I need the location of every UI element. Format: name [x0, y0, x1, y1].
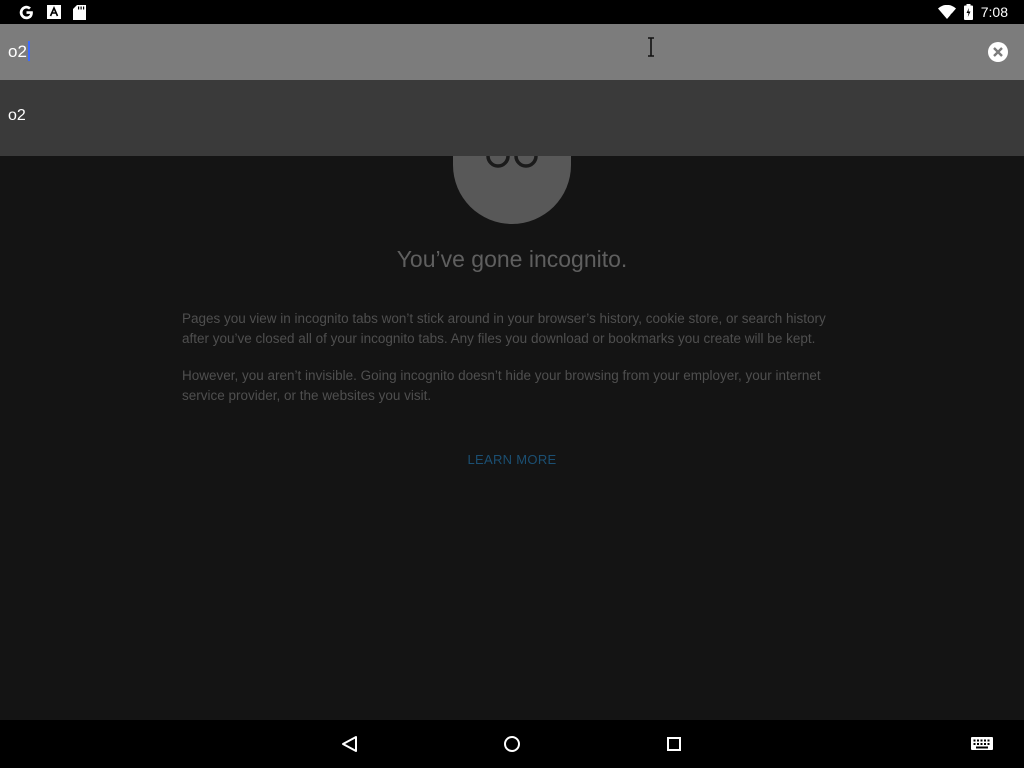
url-input[interactable]: o2 — [8, 40, 608, 64]
incognito-paragraph-1: Pages you view in incognito tabs won’t s… — [182, 311, 826, 346]
incognito-title: You’ve gone incognito. — [396, 246, 628, 272]
sd-card-icon — [73, 4, 86, 20]
keyboard-icon[interactable] — [970, 734, 994, 754]
status-right-icons: 7:08 — [937, 3, 1008, 21]
battery-charging-icon — [963, 4, 973, 20]
home-icon[interactable] — [500, 732, 524, 756]
omnibox[interactable]: o2 — [0, 24, 1024, 80]
google-g-icon — [19, 5, 33, 19]
status-left-icons — [18, 3, 86, 21]
incognito-description: Pages you view in incognito tabs won’t s… — [182, 309, 847, 423]
incognito-paragraph-2: However, you aren’t invisible. Going inc… — [182, 368, 821, 403]
status-time: 7:08 — [980, 4, 1008, 20]
navigation-bar — [0, 720, 1024, 768]
back-icon[interactable] — [338, 732, 362, 756]
suggestion-text: o2 — [8, 107, 26, 124]
suggestion-item[interactable]: o2 — [0, 80, 1024, 156]
font-a-icon — [47, 5, 61, 19]
status-bar: 7:08 — [0, 0, 1024, 24]
clear-icon[interactable] — [987, 41, 1009, 63]
text-cursor-icon — [648, 37, 654, 57]
url-input-text: o2 — [8, 42, 27, 61]
recents-icon[interactable] — [662, 732, 686, 756]
screen: 7:08 You’ve gone incognito. Pages you vi… — [0, 0, 1024, 768]
learn-more-link[interactable]: LEARN MORE — [0, 452, 1024, 467]
wifi-icon — [937, 5, 956, 19]
text-caret — [27, 41, 30, 61]
